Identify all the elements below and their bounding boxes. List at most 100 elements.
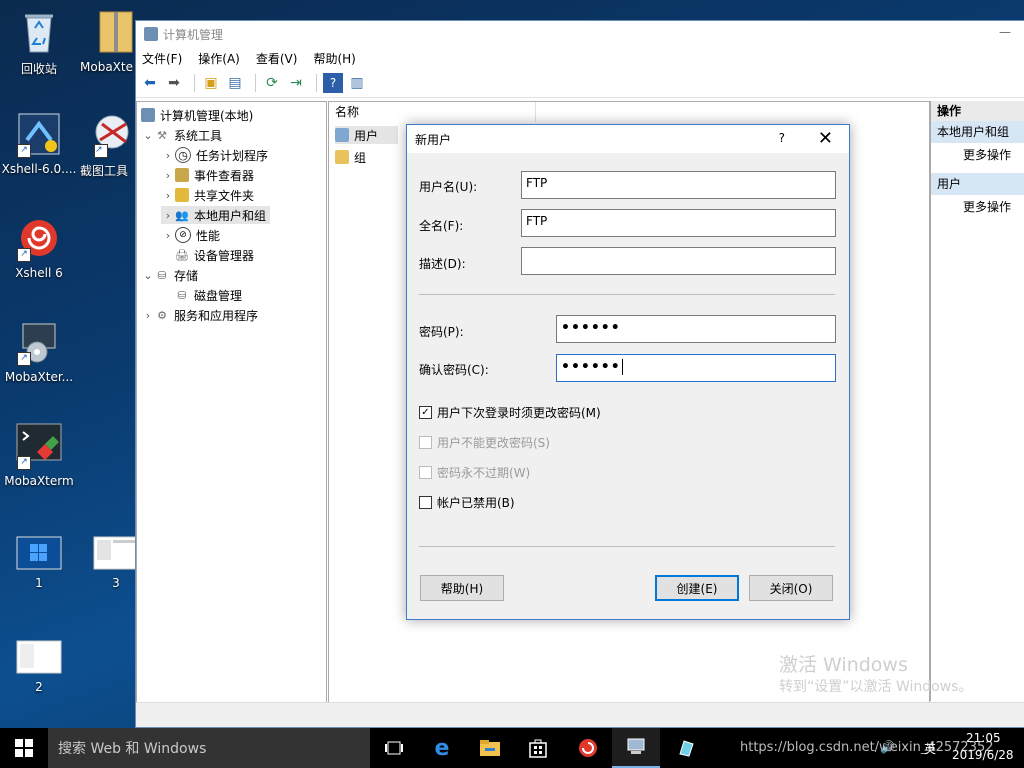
menu-file[interactable]: 文件(F) xyxy=(142,50,182,67)
expand-icon[interactable]: › xyxy=(161,189,175,202)
desktop-icon-label: 2 xyxy=(35,680,43,694)
tree-item-task-scheduler[interactable]: › ◷ 任务计划程序 xyxy=(161,146,268,164)
edge-browser-icon[interactable]: e xyxy=(418,728,466,768)
expand-icon[interactable]: › xyxy=(161,149,175,162)
collapse-icon[interactable]: ⌄ xyxy=(141,269,155,282)
expand-icon[interactable]: › xyxy=(161,229,175,242)
ime-indicator[interactable]: 英 xyxy=(924,740,936,757)
checkbox-must-change-password[interactable]: ✓ 用户下次登录时须更改密码(M) xyxy=(419,404,601,421)
menu-help[interactable]: 帮助(H) xyxy=(313,50,355,67)
checkbox-cannot-change-password[interactable]: 用户不能更改密码(S) xyxy=(419,434,550,451)
store-icon[interactable] xyxy=(514,728,562,768)
expand-icon[interactable]: › xyxy=(161,169,175,182)
forward-arrow-icon[interactable]: ➡ xyxy=(164,73,184,93)
tree-item-system-tools[interactable]: ⌄ ⚒ 系统工具 xyxy=(141,126,222,144)
taskbar-search-box[interactable]: 搜索 Web 和 Windows xyxy=(48,728,370,768)
xshell-taskbar-icon[interactable] xyxy=(564,728,612,768)
file-explorer-icon[interactable] xyxy=(466,728,514,768)
username-field[interactable]: FTP xyxy=(521,171,836,199)
more-actions-link[interactable]: 更多操作 xyxy=(931,195,1024,219)
desktop-icon-label: MobaXter... xyxy=(4,370,74,384)
up-folder-icon[interactable]: ▣ xyxy=(201,73,221,93)
fullname-field[interactable]: FTP xyxy=(521,209,836,237)
back-arrow-icon[interactable]: ⬅ xyxy=(140,73,160,93)
checkbox-checked-icon[interactable]: ✓ xyxy=(419,406,432,419)
checkbox-label: 密码永不过期(W) xyxy=(437,466,531,480)
computer-management-taskbar-icon[interactable] xyxy=(612,728,660,768)
close-button[interactable]: 关闭(O) xyxy=(749,575,833,601)
computer-management-icon xyxy=(144,27,158,41)
tree-item-computer-management[interactable]: 计算机管理(本地) xyxy=(141,106,253,124)
desktop-icon-xshell-installer[interactable]: ↗ Xshell-6.0.... xyxy=(1,110,77,176)
clock-date[interactable]: 2019/6/28 xyxy=(952,748,1014,762)
dialog-titlebar[interactable]: 新用户 ? ✕ xyxy=(407,125,849,153)
task-view-icon[interactable] xyxy=(370,728,418,768)
desktop-icon-recycle-bin[interactable]: 回收站 xyxy=(1,8,77,77)
desktop-icon-screenshot-2[interactable]: 2 xyxy=(1,640,77,694)
shortcut-arrow-icon: ↗ xyxy=(17,456,31,470)
checkbox-icon[interactable] xyxy=(419,496,432,509)
list-item-label: 组 xyxy=(354,150,367,165)
tree-item-shared-folders[interactable]: › 共享文件夹 xyxy=(161,186,254,204)
search-placeholder: 搜索 Web 和 Windows xyxy=(58,741,207,757)
expand-icon[interactable]: › xyxy=(161,209,175,222)
menu-view[interactable]: 查看(V) xyxy=(256,50,298,67)
tree-item-services-applications[interactable]: › ⚙ 服务和应用程序 xyxy=(141,306,258,324)
clock-time[interactable]: 21:05 xyxy=(966,731,1001,745)
storage-icon: ⛁ xyxy=(157,268,167,282)
action-group-users[interactable]: 用户 xyxy=(931,173,1024,195)
desktop-icon-snipping-tool[interactable]: ↗ 截图工具 xyxy=(80,110,136,179)
tree-item-local-users-groups[interactable]: › 👥 本地用户和组 xyxy=(161,206,271,224)
checkbox-icon[interactable] xyxy=(419,436,432,449)
show-hide-tree-icon[interactable]: ▤ xyxy=(225,73,245,93)
description-field[interactable] xyxy=(521,247,836,275)
help-button[interactable]: 帮助(H) xyxy=(420,575,504,601)
window-titlebar[interactable]: 计算机管理 — xyxy=(136,21,1024,47)
menu-action[interactable]: 操作(A) xyxy=(198,50,240,67)
checkbox-account-disabled[interactable]: 帐户已禁用(B) xyxy=(419,494,515,511)
tree-item-device-manager[interactable]: 🖨 设备管理器 xyxy=(175,246,254,264)
desktop-icon-screenshot-1[interactable]: 1 xyxy=(1,536,77,590)
expand-icon[interactable]: › xyxy=(141,309,155,322)
toolbar-separator xyxy=(194,74,195,92)
fullname-label: 全名(F): xyxy=(419,219,464,233)
refresh-icon[interactable]: ⟳ xyxy=(262,73,282,93)
shortcut-arrow-icon: ↗ xyxy=(17,248,31,262)
help-question-icon[interactable]: ? xyxy=(779,131,785,145)
activation-watermark-subtitle: 转到“设置”以激活 Windows。 xyxy=(779,679,973,695)
desktop-icon-xshell[interactable]: ↗ Xshell 6 xyxy=(1,214,77,280)
checkbox-icon[interactable] xyxy=(419,466,432,479)
desktop-icon-mobaxterm-archive[interactable]: MobaXte xyxy=(80,8,136,74)
snipping-taskbar-icon[interactable] xyxy=(662,728,710,768)
desktop-icon-mobaxterm-installer[interactable]: ↗ MobaXter... xyxy=(1,318,77,384)
help-icon[interactable]: ? xyxy=(323,73,343,93)
window-title: 计算机管理 xyxy=(163,27,224,42)
status-bar xyxy=(136,702,1024,727)
toolbar-separator xyxy=(255,74,256,92)
tree-item-label: 设备管理器 xyxy=(194,248,255,263)
create-button[interactable]: 创建(E) xyxy=(655,575,739,601)
more-actions-link[interactable]: 更多操作 xyxy=(931,143,1024,167)
tree-item-event-viewer[interactable]: › 事件查看器 xyxy=(161,166,254,184)
tree-item-disk-management[interactable]: ⛁ 磁盘管理 xyxy=(175,286,242,304)
desktop-icon-mobaxterm[interactable]: ↗ MobaXterm xyxy=(1,422,77,488)
collapse-icon[interactable]: ⌄ xyxy=(141,129,155,142)
minimize-icon[interactable]: — xyxy=(999,25,1011,39)
close-icon[interactable]: ✕ xyxy=(818,128,833,149)
start-button[interactable] xyxy=(0,728,48,768)
tree-item-storage[interactable]: ⌄ ⛁ 存储 xyxy=(141,266,198,284)
checkbox-password-never-expires[interactable]: 密码永不过期(W) xyxy=(419,464,530,481)
tree-item-performance[interactable]: › ⊘ 性能 xyxy=(161,226,220,244)
action-group-local-users[interactable]: 本地用户和组 xyxy=(931,121,1024,143)
confirm-password-field[interactable]: •••••• xyxy=(556,354,836,382)
password-field[interactable]: •••••• xyxy=(556,315,836,343)
volume-icon[interactable]: 🔊 xyxy=(880,740,895,754)
dialog-title: 新用户 xyxy=(415,132,452,147)
list-item[interactable]: 用户 xyxy=(335,126,399,144)
device-manager-icon: 🖨 xyxy=(175,248,189,262)
list-item[interactable]: 组 xyxy=(335,148,366,166)
services-icon: ⚙ xyxy=(157,308,167,322)
export-list-icon[interactable]: ⇥ xyxy=(286,73,306,93)
column-header-name[interactable]: 名称 xyxy=(329,102,536,122)
show-action-pane-icon[interactable]: ▥ xyxy=(347,73,367,93)
